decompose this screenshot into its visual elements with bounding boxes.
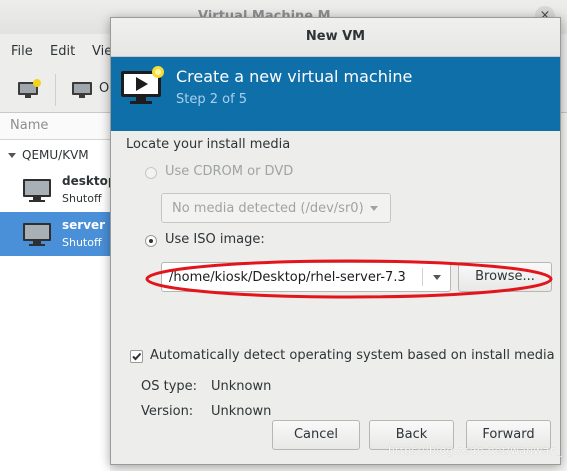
connection-row[interactable]: QEMU/KVM xyxy=(8,148,89,162)
wizard-banner: Create a new virtual machine Step 2 of 5 xyxy=(111,57,560,131)
open-toolbar-label[interactable]: O xyxy=(99,81,109,96)
os-type-label: OS type: xyxy=(141,379,198,394)
iso-radio[interactable] xyxy=(145,235,157,247)
column-name-label: Name xyxy=(10,118,49,133)
menu-edit[interactable]: Edit xyxy=(50,44,75,59)
list-column-header[interactable]: Name xyxy=(0,113,110,140)
red-annotation-ellipse xyxy=(145,259,553,299)
vm-name: server xyxy=(62,218,106,232)
toolbar-separator xyxy=(55,74,56,106)
cdrom-media-combo[interactable]: No media detected (/dev/sr0) xyxy=(161,193,391,223)
auto-detect-checkbox[interactable] xyxy=(130,350,143,363)
cancel-button[interactable]: Cancel xyxy=(272,420,360,450)
dialog-title: New VM xyxy=(305,29,366,44)
vm-row-server[interactable]: server Shutoff xyxy=(0,212,110,256)
banner-title: Create a new virtual machine xyxy=(176,67,413,86)
expand-arrow-icon[interactable] xyxy=(8,153,16,158)
vm-monitor-icon xyxy=(23,223,51,246)
checkmark-icon xyxy=(132,352,142,361)
vm-status: Shutoff xyxy=(62,236,102,249)
cdrom-radio-label: Use CDROM or DVD xyxy=(165,164,294,179)
os-type-value: Unknown xyxy=(211,379,272,394)
watermark: https://blog.csdn.net/wanwan_ xyxy=(388,444,563,457)
banner-step: Step 2 of 5 xyxy=(176,92,248,107)
new-vm-dialog: New VM Create a new virtual machine Step… xyxy=(110,17,561,465)
vm-monitor-icon xyxy=(23,179,51,202)
section-label: Locate your install media xyxy=(126,137,291,152)
iso-radio-label: Use ISO image: xyxy=(165,232,265,247)
vm-status: Shutoff xyxy=(62,192,102,205)
open-vm-toolbar-icon[interactable] xyxy=(71,79,95,99)
chevron-down-icon xyxy=(370,206,378,211)
vm-row-desktop[interactable]: desktop Shutoff xyxy=(0,168,116,212)
version-value: Unknown xyxy=(211,404,272,419)
cdrom-media-value: No media detected (/dev/sr0) xyxy=(172,201,364,216)
vm-list: QEMU/KVM desktop Shutoff server Shutoff xyxy=(0,140,116,471)
dialog-titlebar[interactable]: New VM xyxy=(111,18,560,57)
auto-detect-label: Automatically detect operating system ba… xyxy=(150,348,555,363)
vm-name: desktop xyxy=(62,174,117,188)
new-vm-toolbar-icon[interactable] xyxy=(17,79,41,99)
dialog-content: Locate your install media Use CDROM or D… xyxy=(111,131,560,464)
connection-label: QEMU/KVM xyxy=(22,148,89,162)
version-label: Version: xyxy=(141,404,194,419)
menu-file[interactable]: File xyxy=(11,44,33,59)
cdrom-radio[interactable] xyxy=(145,167,157,179)
new-vm-monitor-icon xyxy=(121,66,164,104)
